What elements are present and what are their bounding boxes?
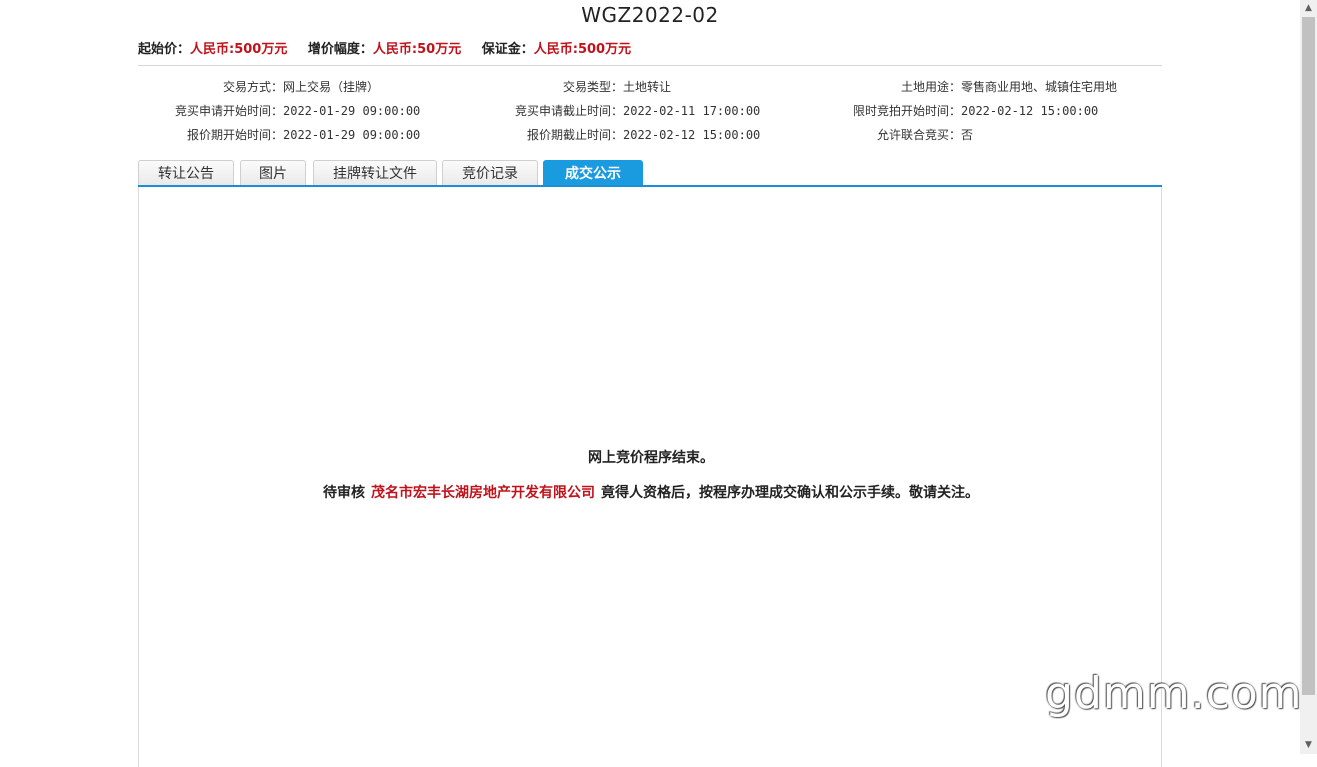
page-title: WGZ2022-02 — [581, 3, 719, 27]
increment-value: 人民币:50万元 — [372, 42, 462, 57]
info-value: 2022-01-29 09:00:00 — [283, 128, 421, 142]
tab-panel: 网上竞价程序结束。 待审核 茂名市宏丰长湖房地产开发有限公司 竟得人资格后，按程序办… — [138, 187, 1162, 767]
quote-start: 报价期开始时间：2022-01-29 09:00:00 — [138, 126, 420, 143]
notice-line-2: 待审核 茂名市宏丰长湖房地产开发有限公司 竟得人资格后，按程序办理成交确认和公示手续… — [139, 482, 1163, 502]
notice-line-1: 网上竞价程序结束。 — [588, 450, 714, 466]
starting-price: 起始价：人民币:500万元 — [138, 38, 287, 57]
land-use: 土地用途：零售商业用地、城镇住宅用地 — [816, 78, 1117, 95]
info-value: 2022-02-12 15:00:00 — [623, 128, 761, 142]
info-value: 否 — [961, 128, 974, 142]
info-value: 2022-02-12 15:00:00 — [961, 104, 1099, 118]
info-key: 交易方式： — [222, 80, 283, 94]
apply-end: 竞买申请截止时间：2022-02-11 17:00:00 — [478, 102, 760, 119]
trade-type: 交易类型：土地转让 — [478, 78, 671, 95]
apply-start: 竞买申请开始时间：2022-01-29 09:00:00 — [138, 102, 420, 119]
info-key: 允许联合竞买： — [876, 128, 961, 142]
info-row: 竞买申请开始时间：2022-01-29 09:00:00 竞买申请截止时间：20… — [138, 102, 1162, 126]
notice-suffix: 竟得人资格后，按程序办理成交确认和公示手续。敬请关注。 — [601, 485, 979, 501]
info-key: 报价期截止时间： — [526, 128, 623, 142]
tab-documents[interactable]: 挂牌转让文件 — [313, 160, 437, 186]
info-value: 土地转让 — [623, 80, 672, 94]
info-value: 2022-01-29 09:00:00 — [283, 104, 421, 118]
quote-end: 报价期截止时间：2022-02-12 15:00:00 — [478, 126, 760, 143]
trade-method: 交易方式：网上交易（挂牌） — [138, 78, 379, 95]
info-value: 零售商业用地、城镇住宅用地 — [961, 80, 1118, 94]
tab-deal-notice[interactable]: 成交公示 — [543, 160, 643, 186]
tab-bid-records[interactable]: 竞价记录 — [442, 160, 538, 186]
starting-price-label: 起始价： — [138, 42, 191, 57]
info-row: 报价期开始时间：2022-01-29 09:00:00 报价期截止时间：2022… — [138, 126, 1162, 150]
info-row: 交易方式：网上交易（挂牌） 交易类型：土地转让 土地用途：零售商业用地、城镇住宅… — [138, 78, 1162, 102]
info-key: 报价期开始时间： — [186, 128, 283, 142]
info-value: 2022-02-11 17:00:00 — [623, 104, 761, 118]
info-value: 网上交易（挂牌） — [283, 80, 380, 94]
winning-company: 茂名市宏丰长湖房地产开发有限公司 — [371, 485, 595, 501]
notice-prefix: 待审核 — [323, 485, 365, 501]
scroll-thumb[interactable] — [1302, 17, 1315, 695]
price-bar: 起始价：人民币:500万元 增价幅度：人民币:50万元 保证金：人民币:500万… — [138, 38, 647, 57]
tab-bar: 转让公告 图片 挂牌转让文件 竞价记录 成交公示 — [138, 159, 1162, 188]
increment-label: 增价幅度： — [307, 42, 373, 57]
deposit: 保证金：人民币:500万元 — [482, 38, 631, 57]
tab-images[interactable]: 图片 — [240, 160, 306, 186]
scroll-down-arrow-icon[interactable]: ▼ — [1300, 737, 1317, 754]
auction-start: 限时竞拍开始时间：2022-02-12 15:00:00 — [816, 102, 1098, 119]
increment: 增价幅度：人民币:50万元 — [308, 38, 461, 57]
deposit-value: 人民币:500万元 — [533, 42, 632, 57]
joint-bid: 允许联合竞买：否 — [816, 126, 973, 143]
tab-announcement[interactable]: 转让公告 — [138, 160, 234, 186]
watermark-logo: gdmm.com — [1045, 668, 1303, 719]
info-key: 土地用途： — [900, 80, 961, 94]
vertical-scrollbar[interactable]: ▲ ▼ — [1300, 0, 1317, 754]
page: WGZ2022-02 起始价：人民币:500万元 增价幅度：人民币:50万元 保… — [0, 0, 1303, 767]
scroll-up-arrow-icon[interactable]: ▲ — [1300, 0, 1317, 17]
info-key: 交易类型： — [562, 80, 623, 94]
divider — [138, 65, 1162, 66]
info-table: 交易方式：网上交易（挂牌） 交易类型：土地转让 土地用途：零售商业用地、城镇住宅… — [138, 78, 1162, 150]
info-key: 竞买申请开始时间： — [174, 104, 283, 118]
info-key: 限时竞拍开始时间： — [852, 104, 961, 118]
starting-price-value: 人民币:500万元 — [190, 42, 288, 57]
deposit-label: 保证金： — [481, 42, 534, 57]
info-key: 竞买申请截止时间： — [514, 104, 623, 118]
